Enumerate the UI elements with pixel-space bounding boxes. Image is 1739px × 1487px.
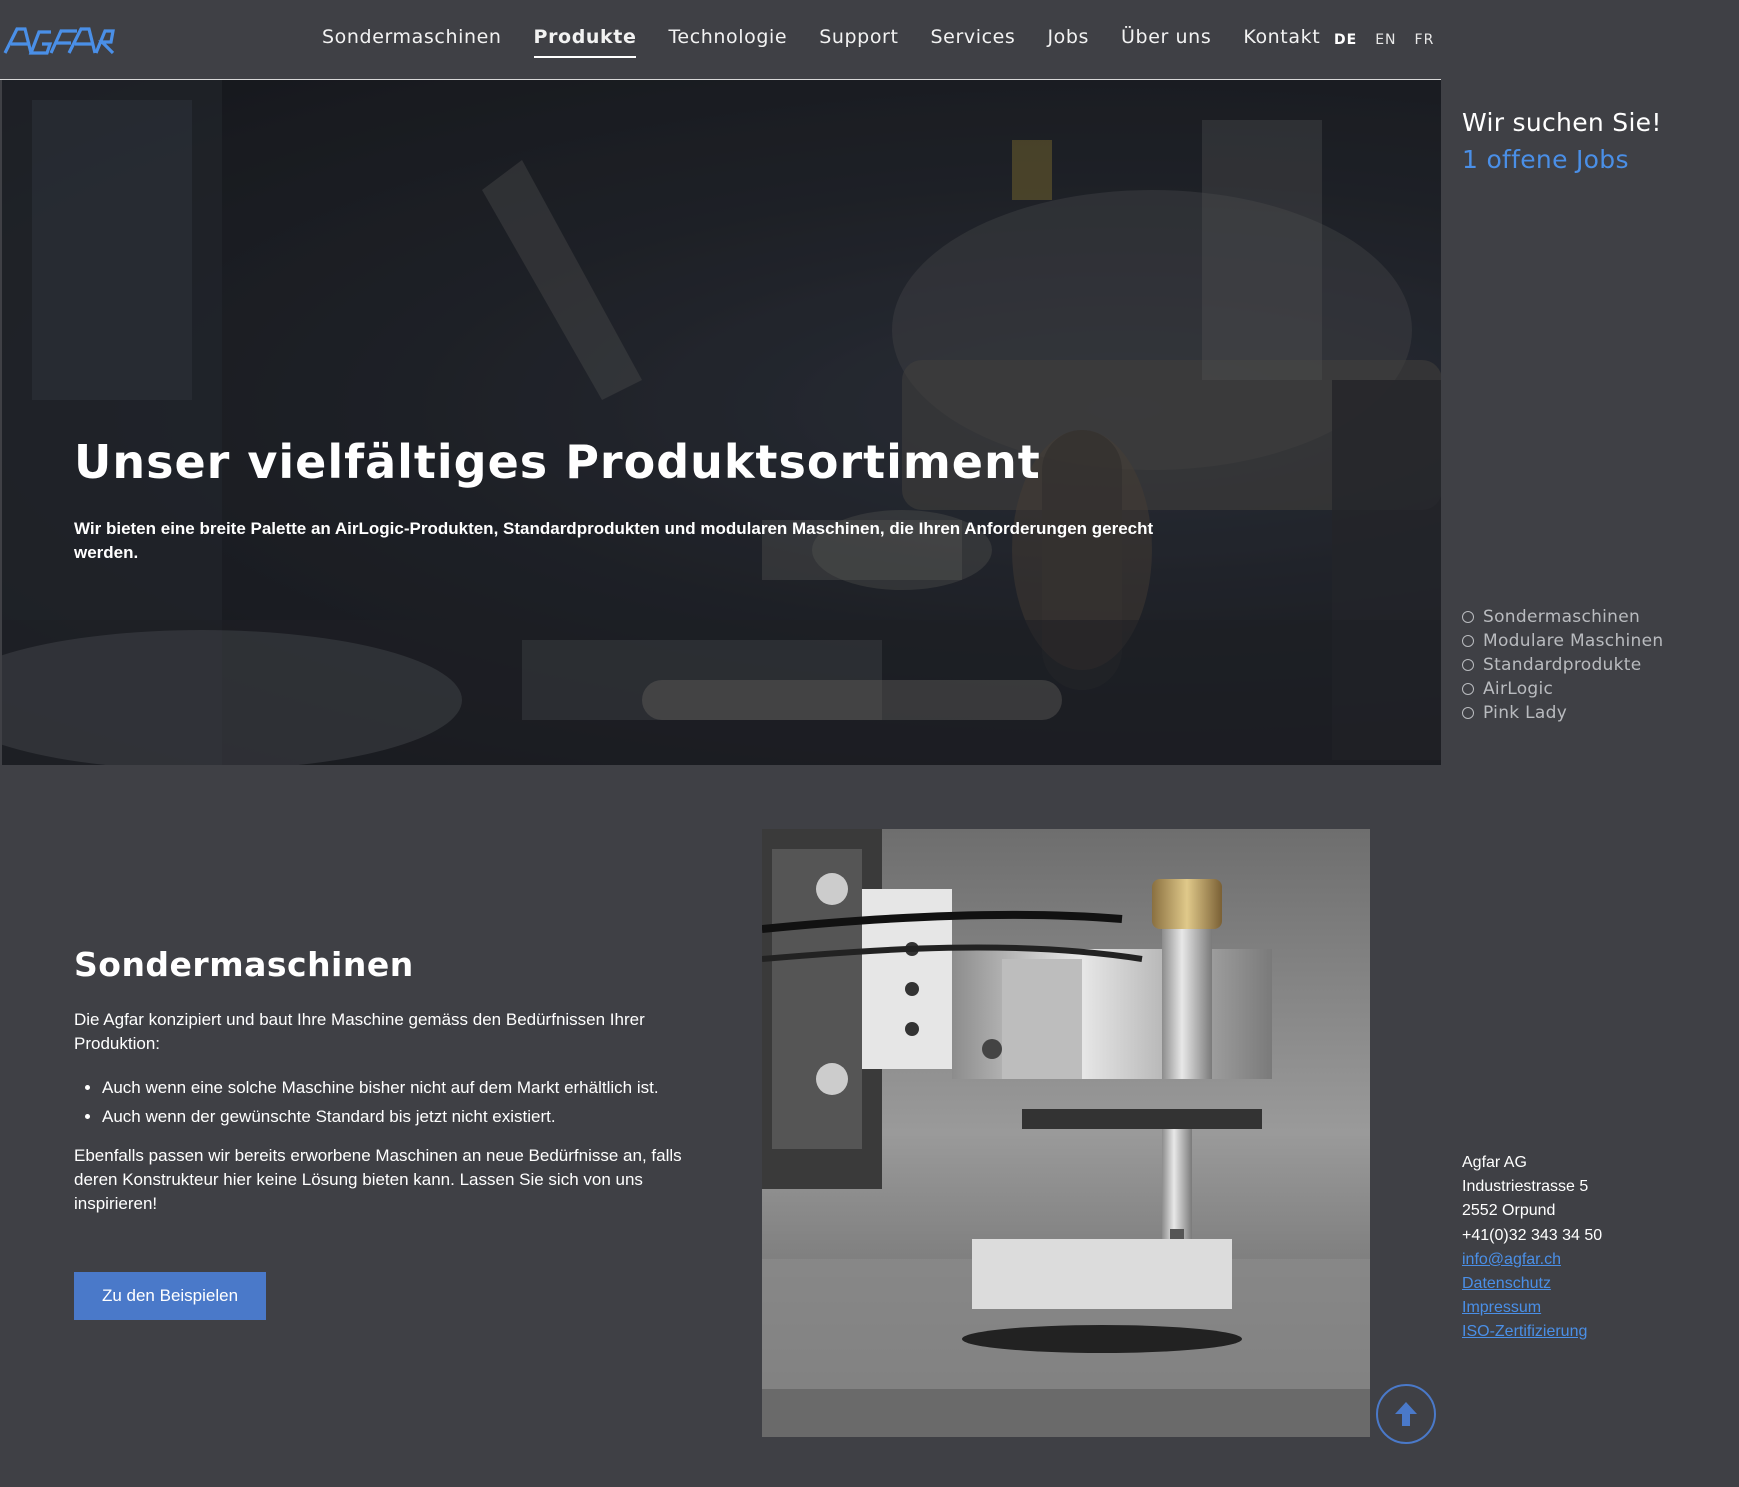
language-fr[interactable]: FR (1415, 32, 1435, 48)
company-name: Agfar AG (1462, 1154, 1527, 1171)
site-header: Sondermaschinen Produkte Technologie Sup… (0, 0, 1441, 80)
section-nav-label: Modulare Maschinen (1483, 631, 1664, 651)
company-address: Agfar AG Industriestrasse 5 2552 Orpund … (1462, 1151, 1602, 1345)
circle-bullet-icon (1462, 659, 1474, 671)
section-title: Sondermaschinen (74, 945, 414, 984)
privacy-link[interactable]: Datenschutz (1462, 1272, 1602, 1296)
hero-banner: Unser vielfältiges Produktsortiment Wir … (2, 80, 1441, 765)
section-bullet-list: Auch wenn eine solche Maschine bisher ni… (102, 1076, 686, 1129)
section-nav-label: Pink Lady (1483, 703, 1568, 723)
nav-item-sondermaschinen[interactable]: Sondermaschinen (322, 26, 502, 58)
section-nav-label: Standardprodukte (1483, 655, 1642, 675)
list-item: Auch wenn der gewünschte Standard bis je… (102, 1105, 686, 1129)
main-navigation: Sondermaschinen Produkte Technologie Sup… (322, 26, 1352, 58)
nav-item-support[interactable]: Support (819, 26, 898, 58)
circle-bullet-icon (1462, 635, 1474, 647)
nav-item-kontakt[interactable]: Kontakt (1243, 26, 1320, 58)
agfar-logo[interactable] (3, 22, 115, 56)
arrow-up-icon (1395, 1402, 1417, 1426)
jobs-heading: Wir suchen Sie! (1462, 108, 1662, 137)
section-nav-standardprodukte[interactable]: Standardprodukte (1462, 653, 1663, 677)
special-machine-photo (762, 829, 1370, 1437)
section-outro: Ebenfalls passen wir bereits erworbene M… (74, 1146, 682, 1213)
circle-bullet-icon (1462, 611, 1474, 623)
nav-item-ueber-uns[interactable]: Über uns (1121, 26, 1211, 58)
circle-bullet-icon (1462, 707, 1474, 719)
section-intro: Die Agfar konzipiert und baut Ihre Masch… (74, 1010, 645, 1053)
open-jobs-link[interactable]: 1 offene Jobs (1462, 145, 1629, 174)
nav-item-services[interactable]: Services (931, 26, 1016, 58)
scroll-to-top-button[interactable] (1376, 1384, 1436, 1444)
iso-certification-link[interactable]: ISO-Zertifizierung (1462, 1320, 1602, 1344)
circle-bullet-icon (1462, 683, 1474, 695)
section-nav-airlogic[interactable]: AirLogic (1462, 677, 1663, 701)
imprint-link[interactable]: Impressum (1462, 1296, 1602, 1320)
nav-item-jobs[interactable]: Jobs (1047, 26, 1089, 58)
list-item: Auch wenn eine solche Maschine bisher ni… (102, 1076, 686, 1100)
hero-subtitle: Wir bieten eine breite Palette an AirLog… (74, 519, 1154, 562)
section-nav-label: Sondermaschinen (1483, 607, 1641, 627)
section-navigation: Sondermaschinen Modulare Maschinen Stand… (1462, 605, 1663, 725)
section-nav-label: AirLogic (1483, 679, 1554, 699)
section-body: Die Agfar konzipiert und baut Ihre Masch… (74, 1008, 686, 1236)
section-nav-modulare-maschinen[interactable]: Modulare Maschinen (1462, 629, 1663, 653)
examples-button[interactable]: Zu den Beispielen (74, 1272, 266, 1320)
language-de[interactable]: DE (1334, 32, 1357, 48)
address-street: Industriestrasse 5 (1462, 1178, 1589, 1196)
hero-title: Unser vielfältiges Produktsortiment (74, 435, 1041, 489)
email-link[interactable]: info@agfar.ch (1462, 1248, 1602, 1272)
nav-item-technologie[interactable]: Technologie (668, 26, 787, 58)
language-en[interactable]: EN (1375, 32, 1396, 48)
language-switcher: DE EN FR (1334, 32, 1452, 48)
hero-machine-image (2, 80, 1441, 765)
section-nav-sondermaschinen[interactable]: Sondermaschinen (1462, 605, 1663, 629)
address-city: 2552 Orpund (1462, 1202, 1556, 1220)
nav-item-produkte[interactable]: Produkte (533, 26, 637, 58)
phone-number: +41(0)32 343 34 50 (1462, 1226, 1603, 1244)
section-nav-pink-lady[interactable]: Pink Lady (1462, 701, 1663, 725)
